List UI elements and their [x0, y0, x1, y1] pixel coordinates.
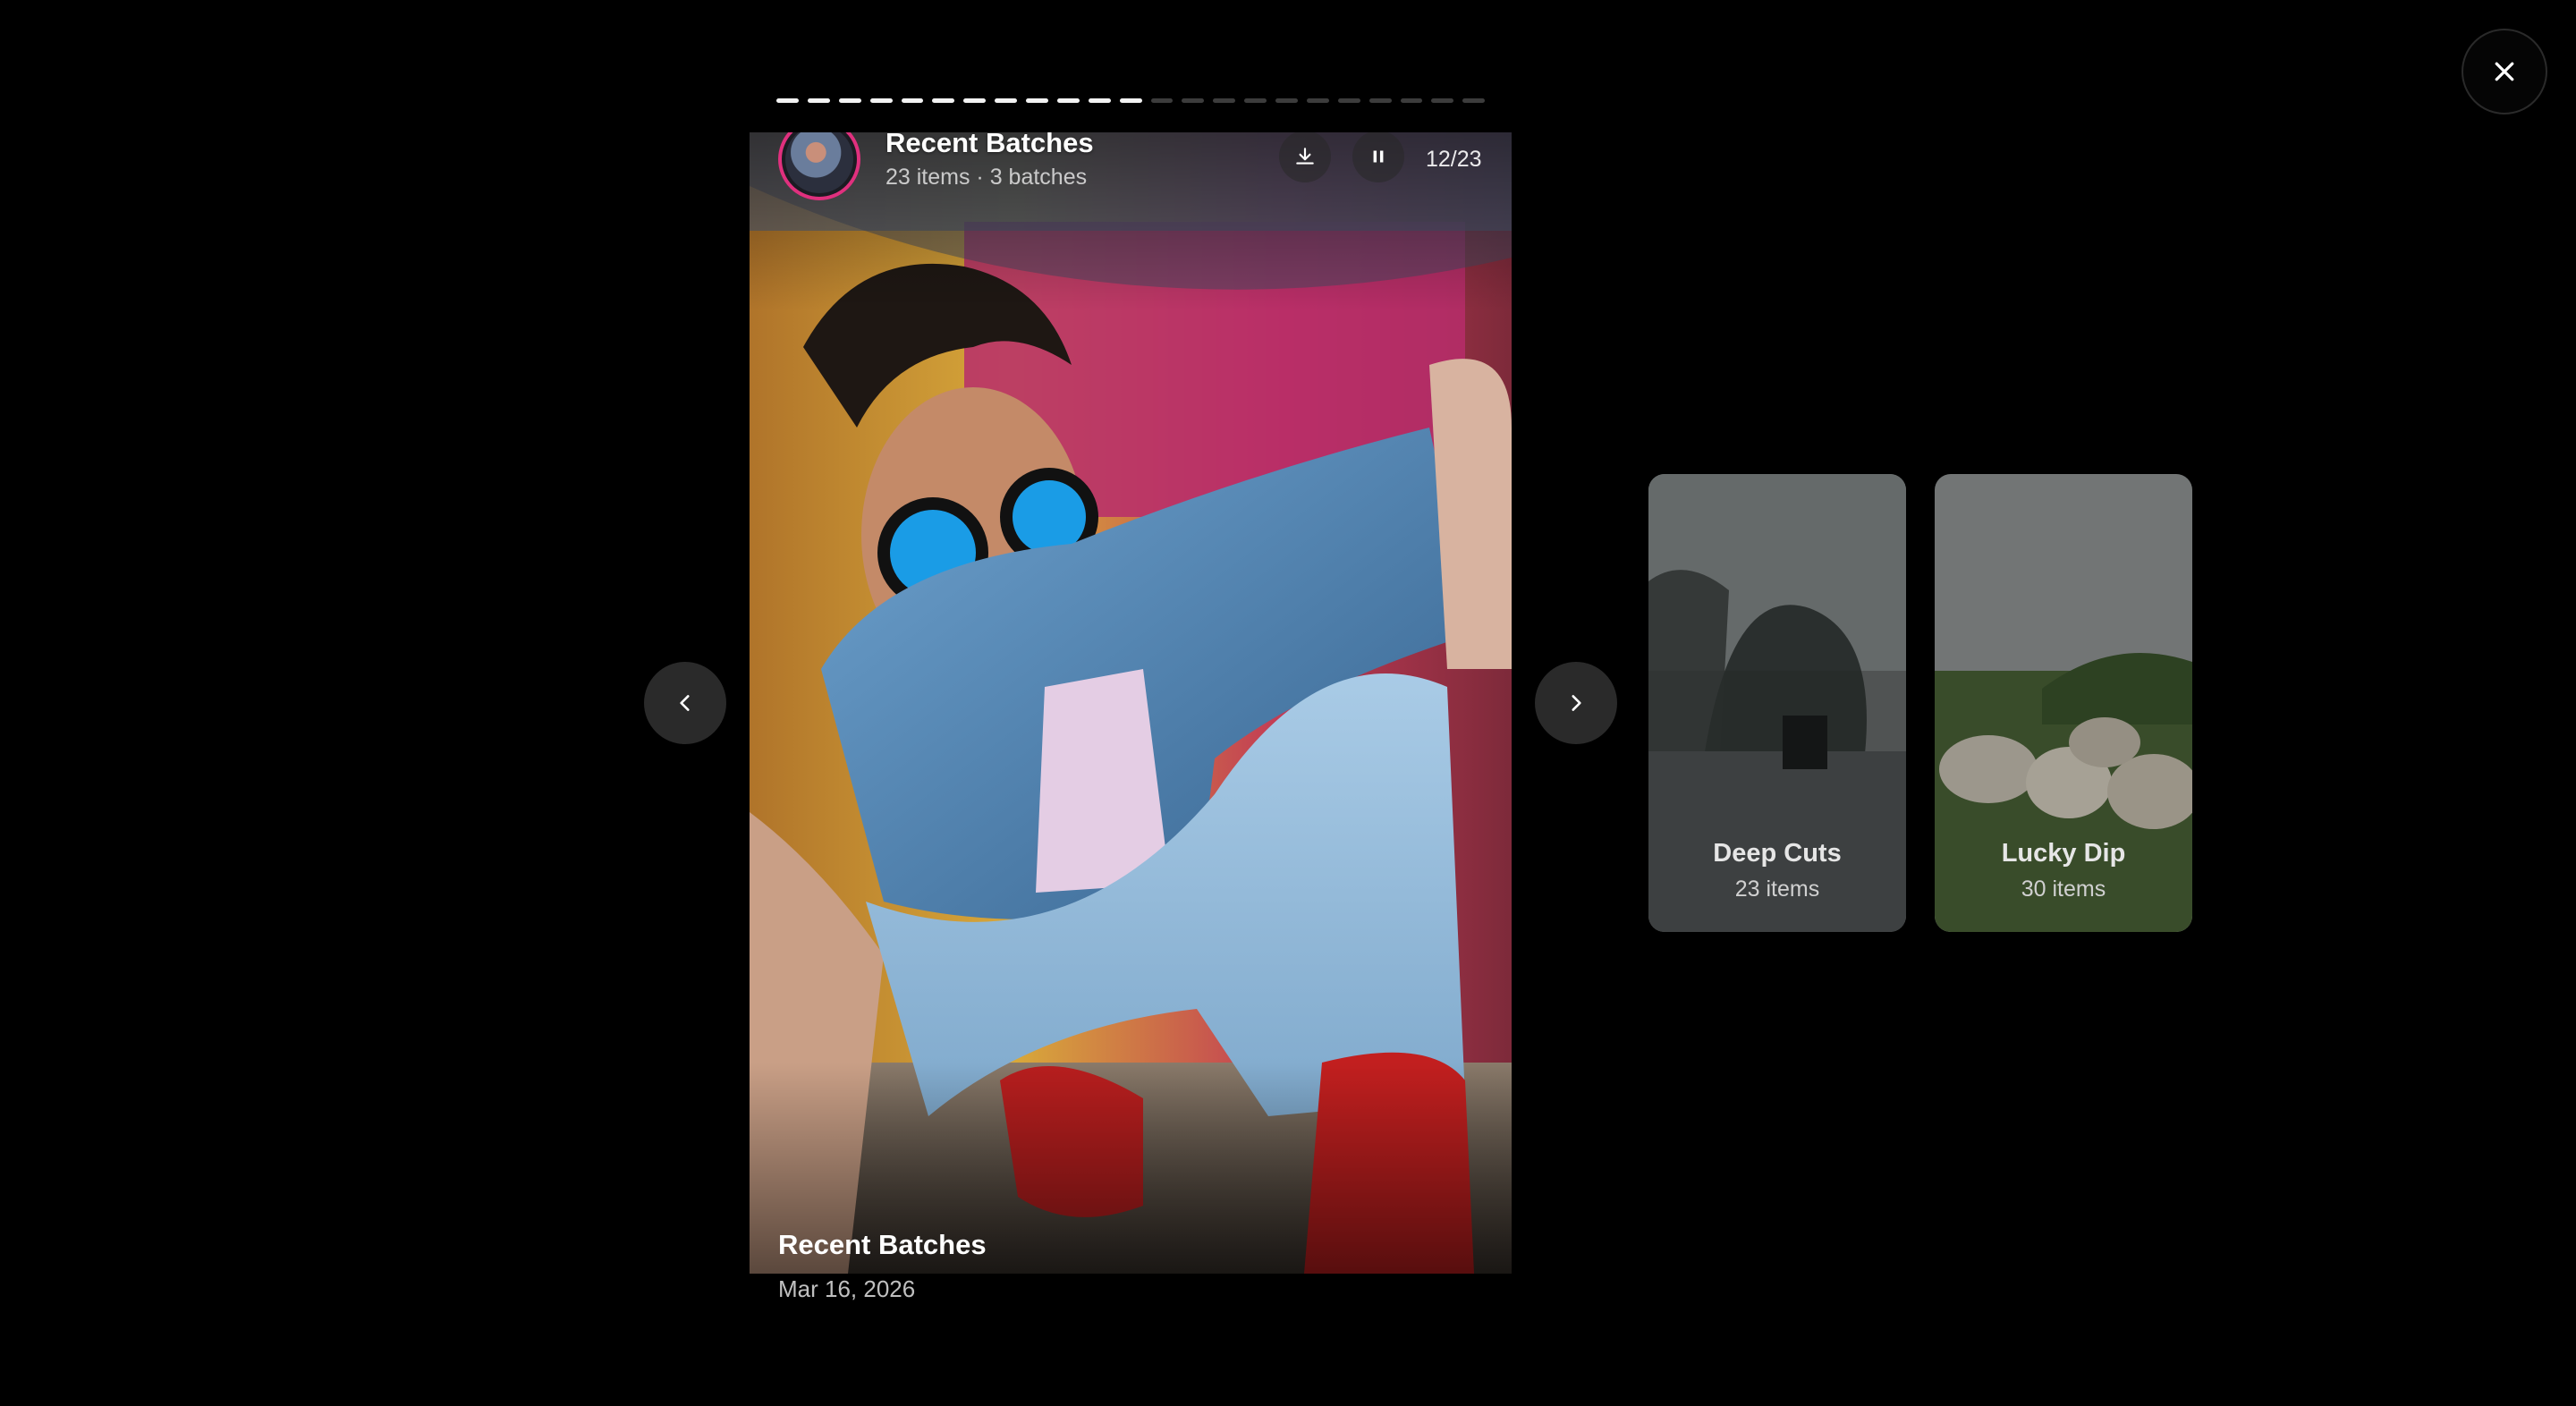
story-header: Recent Batches 23 items · 3 batches 12/2… — [750, 132, 1512, 231]
previous-button[interactable] — [644, 662, 726, 744]
batch-title: Lucky Dip — [2001, 839, 2126, 868]
progress-segment — [869, 98, 893, 103]
progress-segment — [1400, 98, 1423, 103]
progress-segment — [807, 98, 830, 103]
story-progress-bar — [776, 98, 1486, 104]
avatar[interactable] — [778, 132, 860, 200]
progress-segment — [776, 98, 799, 103]
progress-segment — [995, 98, 1017, 103]
close-button[interactable] — [2462, 29, 2547, 114]
progress-segment — [838, 98, 861, 103]
next-button[interactable] — [1535, 662, 1617, 744]
batch-count: 23 items — [1734, 877, 1820, 902]
story-counter: 12/23 — [1426, 147, 1482, 172]
batch-card-deep-cuts[interactable]: Deep Cuts 23 items — [1648, 474, 1906, 932]
batch-title: Deep Cuts — [1713, 839, 1842, 868]
progress-segment — [1119, 98, 1142, 103]
download-button[interactable] — [1279, 132, 1331, 182]
close-icon — [2495, 62, 2514, 81]
progress-segment — [1275, 98, 1298, 103]
batch-card-lucky-dip[interactable]: Lucky Dip 30 items — [1935, 474, 2192, 932]
progress-segment — [1026, 98, 1048, 103]
pause-icon — [1373, 150, 1384, 163]
chevron-left-icon — [680, 695, 690, 711]
story-footer: Recent Batches Mar 16, 2026 — [778, 1229, 987, 1303]
progress-segment — [1431, 98, 1454, 103]
story-subtitle: 23 items · 3 batches — [886, 165, 1088, 190]
progress-segment — [963, 98, 987, 103]
progress-segment — [1368, 98, 1392, 103]
progress-segment — [1213, 98, 1236, 103]
progress-segment — [901, 98, 924, 103]
progress-segment — [1337, 98, 1360, 103]
pause-button[interactable] — [1352, 132, 1404, 182]
progress-segment — [1150, 98, 1174, 103]
progress-segment — [1244, 98, 1267, 103]
batch-count: 30 items — [2021, 877, 2106, 902]
progress-segment — [1306, 98, 1329, 103]
story-date: Mar 16, 2026 — [778, 1275, 916, 1302]
progress-segment — [1462, 98, 1486, 103]
footer-title: Recent Batches — [778, 1229, 987, 1260]
story-image — [750, 132, 1512, 1274]
story-viewer[interactable]: Recent Batches 23 items · 3 batches 12/2… — [750, 132, 1512, 1274]
progress-segment — [1182, 98, 1205, 103]
progress-segment — [1088, 98, 1111, 103]
chevron-right-icon — [1572, 695, 1581, 711]
download-icon — [1296, 148, 1314, 165]
progress-segment — [1056, 98, 1080, 103]
progress-segment — [932, 98, 955, 103]
story-title: Recent Batches — [886, 132, 1094, 158]
